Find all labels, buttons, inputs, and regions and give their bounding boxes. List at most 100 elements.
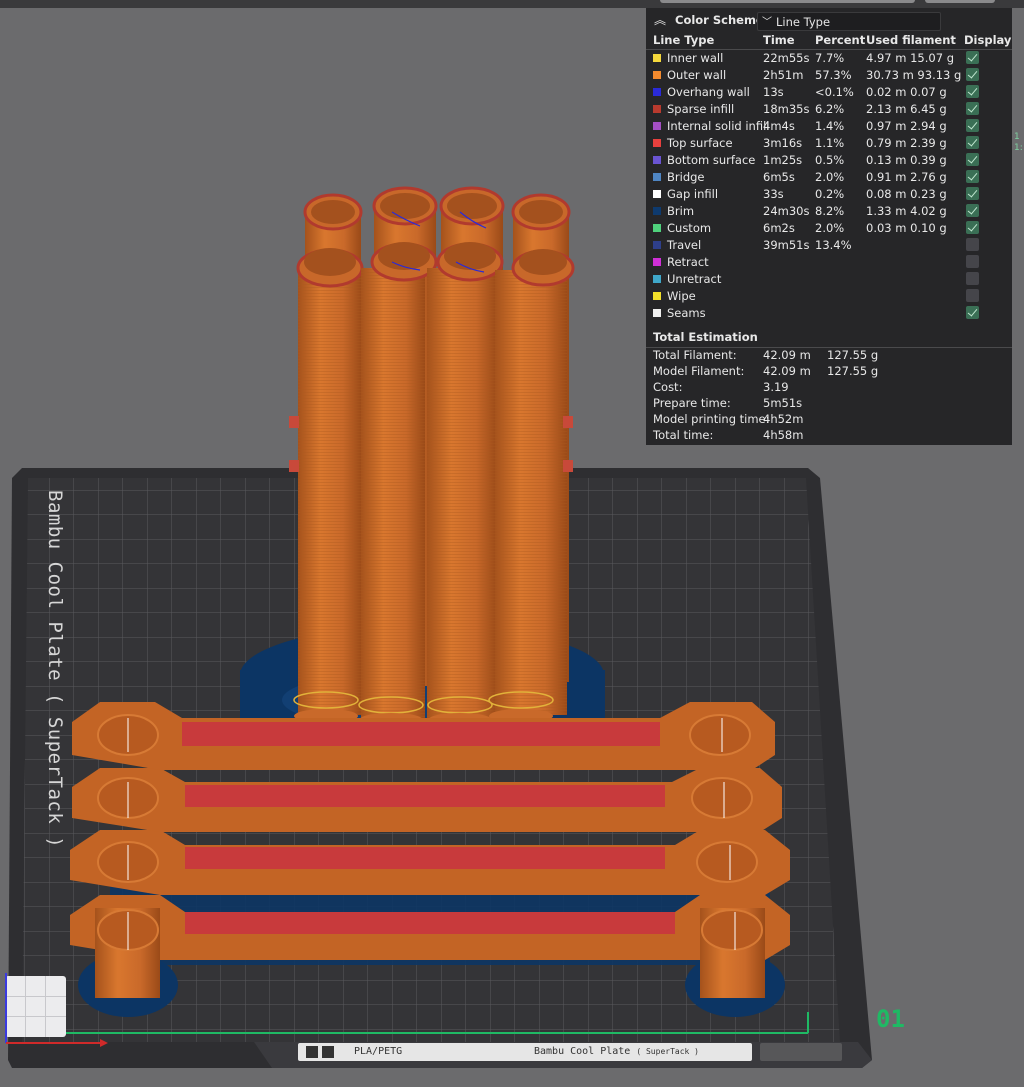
display-checkbox[interactable] <box>966 51 979 64</box>
column-display: Display <box>964 33 1012 47</box>
filament-type: PLA/PETG <box>354 1046 403 1057</box>
line-type-time: 3m16s <box>763 136 803 150</box>
line-type-percent: 6.2% <box>815 102 845 116</box>
display-checkbox[interactable] <box>966 238 979 251</box>
tube-front-1 <box>289 248 364 723</box>
3d-preview-viewport[interactable]: Bambu Cool Plate ( SuperTack ) 01 PLA/PE… <box>0 0 1024 1087</box>
line-type-name: Outer wall <box>667 68 727 82</box>
total-value-secondary: 127.55 g <box>827 348 879 362</box>
display-checkbox[interactable] <box>966 272 979 285</box>
legend-panel: ︽ Color Scheme ﹀ Line Type Line Type Tim… <box>646 8 1012 445</box>
display-checkbox[interactable] <box>966 187 979 200</box>
plate-icon <box>306 1046 318 1058</box>
line-type-name: Wipe <box>667 289 696 303</box>
line-type-used-filament: 0.91 m 2.76 g <box>866 170 947 184</box>
display-checkbox[interactable] <box>966 102 979 115</box>
color-swatch <box>653 207 661 215</box>
legend-row: Seams <box>646 305 1012 322</box>
display-checkbox[interactable] <box>966 204 979 217</box>
line-type-time: 1m25s <box>763 153 803 167</box>
line-type-percent: 1.1% <box>815 136 845 150</box>
total-value: 42.09 m <box>763 364 811 378</box>
line-type-name: Unretract <box>667 272 722 286</box>
line-type-percent: 57.3% <box>815 68 852 82</box>
display-checkbox[interactable] <box>966 221 979 234</box>
tube-front-4 <box>488 249 575 723</box>
plate-info-tab[interactable]: PLA/PETG Bambu Cool Plate ( SuperTack ) <box>298 1043 752 1061</box>
total-estimation-title: Total Estimation <box>653 330 758 344</box>
display-checkbox[interactable] <box>966 170 979 183</box>
line-type-time: 6m5s <box>763 170 795 184</box>
line-type-name: Retract <box>667 255 709 269</box>
plate-settings-button[interactable] <box>760 1043 842 1061</box>
color-swatch <box>653 105 661 113</box>
display-checkbox[interactable] <box>966 289 979 302</box>
column-time: Time <box>763 33 795 47</box>
line-type-time: 33s <box>763 187 784 201</box>
color-swatch <box>653 173 661 181</box>
display-checkbox[interactable] <box>966 306 979 319</box>
display-checkbox[interactable] <box>966 136 979 149</box>
plate-name-label: Bambu Cool Plate ( SuperTack ) <box>44 490 66 849</box>
line-type-name: Top surface <box>667 136 733 150</box>
line-type-time: 4m4s <box>763 119 795 133</box>
legend-row: Sparse infill 18m35s 6.2% 2.13 m 6.45 g <box>646 101 1012 118</box>
total-value: 42.09 m <box>763 348 811 362</box>
line-type-time: 18m35s <box>763 102 810 116</box>
plate-number[interactable]: 01 <box>876 1005 905 1033</box>
line-type-used-filament: 0.02 m 0.07 g <box>866 85 947 99</box>
line-type-time: 2h51m <box>763 68 804 82</box>
collapse-icon[interactable]: ︽ <box>654 11 666 28</box>
line-type-percent: 7.7% <box>815 51 845 65</box>
display-checkbox[interactable] <box>966 255 979 268</box>
color-swatch <box>653 88 661 96</box>
color-swatch <box>653 275 661 283</box>
line-type-name: Sparse infill <box>667 102 735 116</box>
display-checkbox[interactable] <box>966 68 979 81</box>
display-checkbox[interactable] <box>966 153 979 166</box>
line-type-name: Internal solid infill <box>667 119 770 133</box>
legend-row: Bridge 6m5s 2.0% 0.91 m 2.76 g <box>646 169 1012 186</box>
legend-row: Custom 6m2s 2.0% 0.03 m 0.10 g <box>646 220 1012 237</box>
line-type-name: Custom <box>667 221 712 235</box>
color-swatch <box>653 156 661 164</box>
tube-front-3 <box>427 242 504 727</box>
legend-header: ︽ Color Scheme ﹀ Line Type <box>646 8 1012 32</box>
line-type-name: Bridge <box>667 170 705 184</box>
total-value: 4h58m <box>763 428 804 442</box>
display-checkbox[interactable] <box>966 119 979 132</box>
line-type-name: Seams <box>667 306 706 320</box>
line-type-name: Gap infill <box>667 187 719 201</box>
axis-gizmo <box>5 973 108 1047</box>
legend-row: Top surface 3m16s 1.1% 0.79 m 2.39 g <box>646 135 1012 152</box>
total-value: 4h52m <box>763 412 804 426</box>
column-used-filament: Used filament <box>866 33 956 47</box>
color-swatch <box>653 258 661 266</box>
total-row: Total Filament: 42.09 m 127.55 g <box>646 348 1012 364</box>
line-type-percent: 8.2% <box>815 204 845 218</box>
line-type-percent: 0.5% <box>815 153 845 167</box>
total-row: Model printing time: 4h52m <box>646 412 1012 428</box>
total-label: Prepare time: <box>653 396 731 410</box>
line-type-used-filament: 0.79 m 2.39 g <box>866 136 947 150</box>
total-label: Model Filament: <box>653 364 745 378</box>
line-type-used-filament: 0.08 m 0.23 g <box>866 187 947 201</box>
total-label: Cost: <box>653 380 683 394</box>
chevron-down-icon: ﹀ <box>762 17 772 28</box>
line-type-time: 6m2s <box>763 221 795 235</box>
display-checkbox[interactable] <box>966 85 979 98</box>
legend-row: Outer wall 2h51m 57.3% 30.73 m 93.13 g <box>646 67 1012 84</box>
color-scheme-select[interactable]: ﹀ Line Type <box>757 12 941 31</box>
side-marker: 1 1: <box>1014 132 1023 153</box>
line-type-name: Bottom surface <box>667 153 756 167</box>
line-type-name: Overhang wall <box>667 85 750 99</box>
color-swatch <box>653 139 661 147</box>
legend-row: Brim 24m30s 8.2% 1.33 m 4.02 g <box>646 203 1012 220</box>
line-type-percent: 2.0% <box>815 170 845 184</box>
line-type-used-filament: 0.03 m 0.10 g <box>866 221 947 235</box>
line-type-used-filament: 0.97 m 2.94 g <box>866 119 947 133</box>
legend-row: Retract <box>646 254 1012 271</box>
line-type-percent: 13.4% <box>815 238 852 252</box>
legend-row: Bottom surface 1m25s 0.5% 0.13 m 0.39 g <box>646 152 1012 169</box>
total-value: 3.19 <box>763 380 789 394</box>
